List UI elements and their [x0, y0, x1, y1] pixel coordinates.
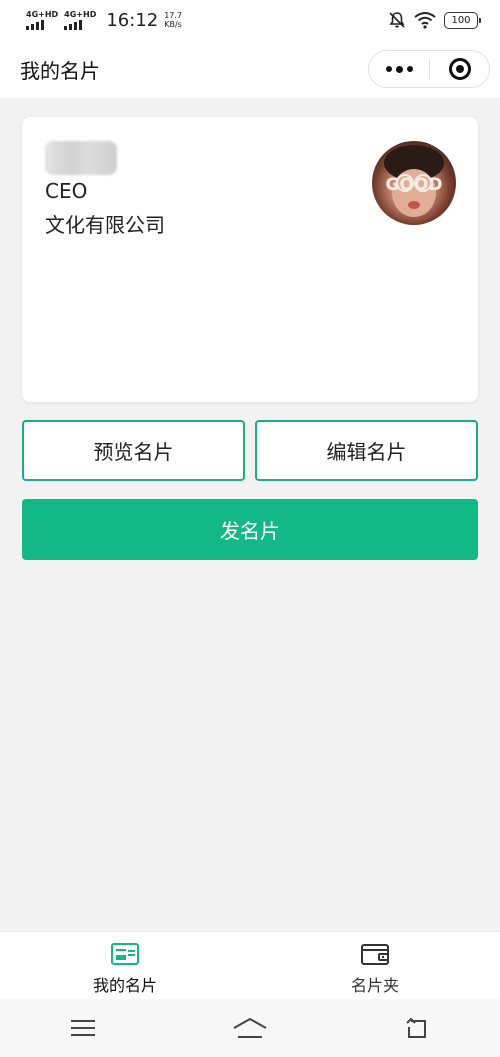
name-redacted [45, 141, 117, 175]
send-card-button[interactable]: 发名片 [22, 499, 478, 560]
back-button[interactable] [397, 1013, 437, 1043]
avatar-image: GOOD [384, 145, 444, 217]
speed-unit: KB/s [164, 20, 182, 29]
clock: 16:12 [106, 9, 159, 31]
business-card[interactable]: CEO 文化有限公司 GOOD [22, 117, 478, 402]
target-close-icon [448, 58, 471, 80]
battery-level: 100 [451, 14, 471, 26]
title-bar: 我的名片 [0, 40, 500, 98]
company-name: 文化有限公司 [45, 213, 165, 237]
signal-icon [26, 19, 44, 30]
wifi-icon [414, 12, 436, 29]
tab-my-card[interactable]: 我的名片 [0, 932, 250, 999]
dot-icon [406, 66, 413, 72]
speed-value: 17.7 [164, 11, 183, 20]
dot-icon [395, 65, 403, 73]
mini-program-capsule [368, 50, 490, 88]
mute-icon [389, 12, 405, 28]
close-button[interactable] [430, 51, 489, 87]
signal-icon [64, 19, 83, 30]
signal-2: 4G+HD [64, 9, 97, 30]
menu-icon [71, 1020, 96, 1036]
job-title: CEO [45, 179, 88, 203]
tab-label: 名片夹 [350, 976, 399, 995]
tab-label: 我的名片 [92, 976, 157, 995]
tab-bar: 我的名片 名片夹 [0, 931, 500, 999]
preview-card-button[interactable]: 预览名片 [22, 420, 245, 481]
network-label-1: 4G+HD [26, 9, 59, 19]
avatar[interactable]: GOOD [372, 141, 456, 225]
edit-card-button[interactable]: 编辑名片 [255, 420, 478, 481]
menu-button[interactable] [63, 1013, 103, 1043]
dot-icon [385, 66, 392, 72]
avatar-glasses-text: GOOD [386, 175, 443, 195]
signal-1: 4G+HD [26, 9, 59, 30]
wallet-icon [361, 944, 389, 965]
back-icon [405, 1017, 426, 1038]
page-title: 我的名片 [20, 58, 100, 83]
more-options-button[interactable] [369, 51, 429, 87]
home-button[interactable] [230, 1013, 270, 1043]
tab-card-holder[interactable]: 名片夹 [250, 932, 500, 999]
system-nav-bar [0, 999, 500, 1057]
battery-icon: 100 [444, 11, 481, 29]
network-label-2: 4G+HD [64, 9, 97, 19]
card-icon [111, 943, 139, 965]
status-bar: 4G+HD 4G+HD 16:12 17.7 KB/s 100 [0, 0, 500, 40]
network-speed: 17.7 KB/s [164, 11, 182, 29]
home-icon [233, 1017, 267, 1038]
